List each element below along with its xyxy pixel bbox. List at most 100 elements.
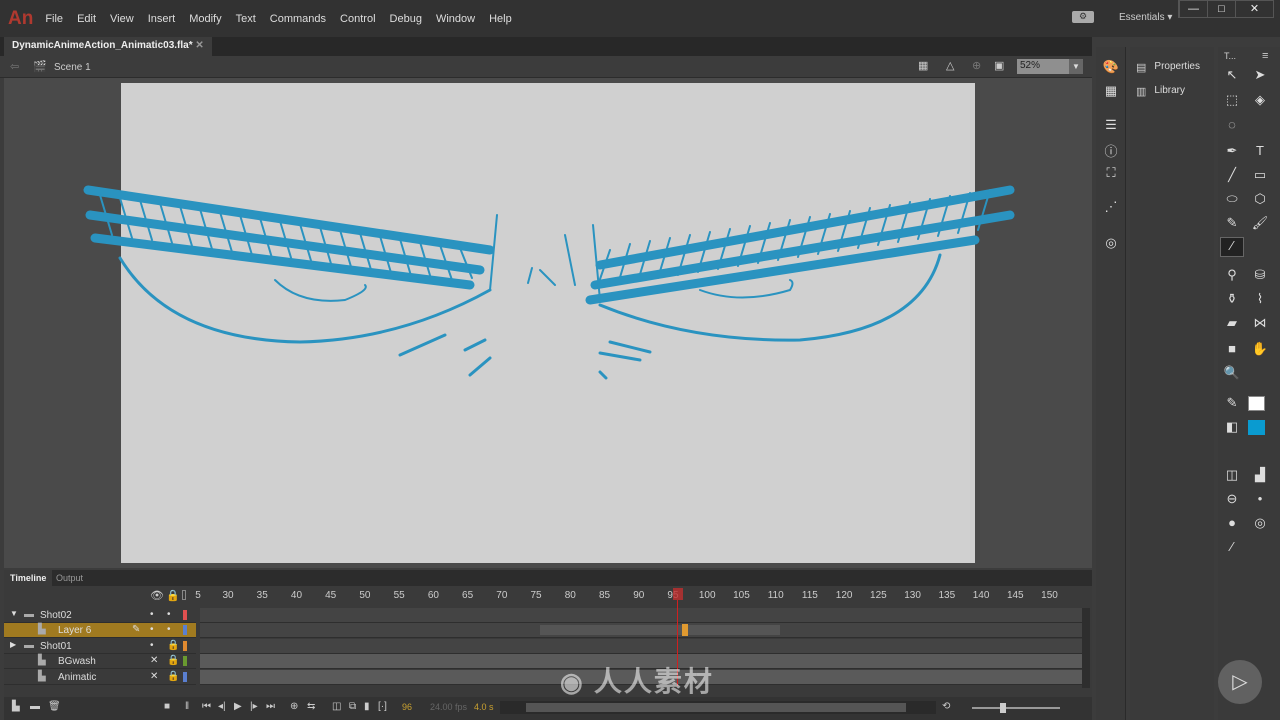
oval-tool-icon[interactable]: ⬭	[1222, 191, 1242, 207]
unlock-dot-icon[interactable]: •	[167, 624, 171, 635]
properties-tab[interactable]: ▤ Properties	[1136, 61, 1200, 74]
last-frame-icon[interactable]: ⏭	[266, 701, 275, 712]
smoothing-icon[interactable]: ⁄	[1222, 539, 1242, 554]
pen-tool-icon[interactable]: ✒	[1222, 143, 1242, 159]
visibility-dot-icon[interactable]: •	[150, 624, 154, 635]
color-palette-icon[interactable]: 🎨	[1101, 59, 1121, 75]
tools-tab[interactable]: T...	[1224, 51, 1236, 61]
bone-tool-icon[interactable]: ⚲	[1222, 267, 1242, 283]
selection-tool-icon[interactable]: ↖	[1222, 67, 1242, 83]
maximize-button[interactable]: □	[1207, 1, 1235, 17]
layer-frames[interactable]	[200, 638, 1084, 654]
layer-row[interactable]: ▼ ▬ Shot02 • •	[4, 608, 196, 623]
paint-brush-tool-icon[interactable]: 🖌	[1250, 215, 1270, 231]
lock-fill-icon[interactable]: ▟	[1250, 467, 1270, 483]
step-forward-icon[interactable]: |▸	[250, 701, 258, 712]
timeline-zoom-slider[interactable]	[972, 703, 1060, 713]
panel-menu-icon[interactable]: ≡	[1262, 50, 1268, 62]
stroke-color-swatch[interactable]	[1248, 396, 1265, 411]
pause-icon[interactable]: ‖	[185, 701, 189, 712]
brush-mode-icon[interactable]: ⊖	[1222, 491, 1242, 507]
free-transform-tool-icon[interactable]: ⬚	[1222, 92, 1242, 108]
layer-row[interactable]: ▙ Animatic ✕ 🔒	[4, 670, 196, 685]
subselection-tool-icon[interactable]: ➤	[1250, 67, 1270, 83]
play-icon[interactable]: ▶	[234, 701, 242, 712]
layer-name[interactable]: Shot02	[40, 610, 72, 621]
swatches-icon[interactable]: ▦	[1101, 83, 1121, 99]
line-tool-icon[interactable]: ╱	[1222, 167, 1242, 183]
info-icon[interactable]: ⓘ	[1101, 141, 1121, 160]
minimize-button[interactable]: —	[1179, 1, 1207, 17]
brush-tool-icon[interactable]: ⁄	[1220, 237, 1244, 257]
layer-color-swatch[interactable]	[183, 625, 187, 636]
onion-markers-icon[interactable]: [·]	[378, 701, 387, 712]
timeline-vscrollbar[interactable]	[1082, 608, 1090, 688]
first-frame-icon[interactable]: ⏮	[202, 701, 211, 712]
play-overlay-icon[interactable]: ▷	[1218, 660, 1262, 704]
eraser-tool-icon[interactable]: ▰	[1222, 315, 1242, 331]
hidden-x-icon[interactable]: ✕	[150, 655, 158, 666]
cc-libraries-icon[interactable]: ◎	[1101, 235, 1121, 251]
rectangle-tool-icon[interactable]: ▭	[1250, 167, 1270, 183]
text-tool-icon[interactable]: T	[1250, 143, 1270, 158]
eyedropper-tool-icon[interactable]: ⌇	[1250, 291, 1270, 307]
edit-multiple-icon[interactable]: ▮	[364, 701, 370, 712]
layer-color-swatch[interactable]	[183, 656, 187, 667]
camera-icon[interactable]: ■	[164, 701, 170, 712]
layer-name[interactable]: Animatic	[58, 672, 96, 683]
lock-icon[interactable]: 🔒	[167, 655, 179, 666]
layer-color-swatch[interactable]	[183, 640, 187, 651]
visibility-dot-icon[interactable]: •	[150, 609, 154, 620]
delete-layer-icon[interactable]: 🗑	[48, 701, 61, 712]
workspace-switcher[interactable]: Essentials ▾	[1119, 12, 1172, 23]
unlock-dot-icon[interactable]: •	[167, 609, 171, 620]
3d-rotation-tool-icon[interactable]: ◈	[1250, 92, 1270, 108]
pencil-tool-icon[interactable]: ✎	[1222, 215, 1242, 231]
frame-ruler[interactable]: 5303540455055606570758085909510010511011…	[4, 570, 1092, 606]
brush-size-icon[interactable]: •	[1250, 491, 1270, 506]
hidden-x-icon[interactable]: ✕	[150, 671, 158, 682]
visibility-dot-icon[interactable]: •	[150, 640, 154, 651]
loop-playback-icon[interactable]: ⟲	[942, 701, 950, 712]
transform-icon[interactable]: ⛶	[1101, 165, 1121, 181]
fill-color-swatch[interactable]	[1248, 420, 1265, 435]
center-frame-icon[interactable]: ⊕	[290, 701, 298, 712]
layer-row[interactable]: ▙ Layer 6 ✎ • •	[4, 623, 196, 639]
close-button[interactable]: ✕	[1235, 1, 1273, 17]
lock-icon[interactable]: 🔒	[167, 640, 179, 651]
pressure-icon[interactable]: ◎	[1250, 515, 1270, 531]
timeline-hscrollbar[interactable]	[500, 701, 936, 714]
layer-name[interactable]: BGwash	[58, 656, 96, 667]
library-tab[interactable]: ▥ Library	[1136, 85, 1185, 98]
lock-icon[interactable]: 🔒	[167, 671, 179, 682]
lasso-tool-icon[interactable]: ◌	[1222, 117, 1242, 132]
step-back-icon[interactable]: ◂|	[218, 701, 226, 712]
layer-color-swatch[interactable]	[183, 671, 187, 682]
new-layer-icon[interactable]: ▙	[12, 701, 20, 712]
align-icon[interactable]: ☰	[1101, 117, 1121, 133]
playhead-handle[interactable]	[673, 588, 683, 600]
frame-rate[interactable]: 24.00 fps	[430, 702, 467, 712]
hand-tool-icon[interactable]: ✋	[1250, 341, 1270, 357]
brush-shape-icon[interactable]: ●	[1222, 515, 1242, 530]
layer-frames[interactable]	[200, 608, 1084, 623]
onion-outline-icon[interactable]: ⧉	[349, 701, 356, 712]
layer-row[interactable]: ▙ BGwash ✕ 🔒	[4, 654, 196, 670]
layer-color-swatch[interactable]	[183, 610, 187, 620]
motion-presets-icon[interactable]: ⋰	[1101, 199, 1121, 215]
elapsed-time[interactable]: 4.0 s	[474, 702, 494, 712]
layer-name[interactable]: Shot01	[40, 641, 72, 652]
loop-icon[interactable]: ⇆	[307, 701, 315, 712]
expand-arrow-icon[interactable]: ▼	[10, 609, 18, 618]
onion-skin-icon[interactable]: ◫	[332, 701, 341, 712]
width-tool-icon[interactable]: ⋈	[1250, 315, 1270, 331]
layer-frames[interactable]	[200, 623, 1084, 639]
zoom-tool-icon[interactable]: 🔍	[1222, 365, 1242, 381]
paint-bucket-tool-icon[interactable]: ⛁	[1250, 267, 1270, 283]
current-frame[interactable]: 96	[402, 702, 412, 712]
layer-name[interactable]: Layer 6	[58, 625, 91, 636]
polystar-tool-icon[interactable]: ⬡	[1250, 191, 1270, 207]
layer-row[interactable]: ▶ ▬ Shot01 • 🔒	[4, 639, 196, 654]
ink-bottle-tool-icon[interactable]: ⚱	[1222, 291, 1242, 307]
collapse-arrow-icon[interactable]: ▶	[10, 640, 16, 649]
